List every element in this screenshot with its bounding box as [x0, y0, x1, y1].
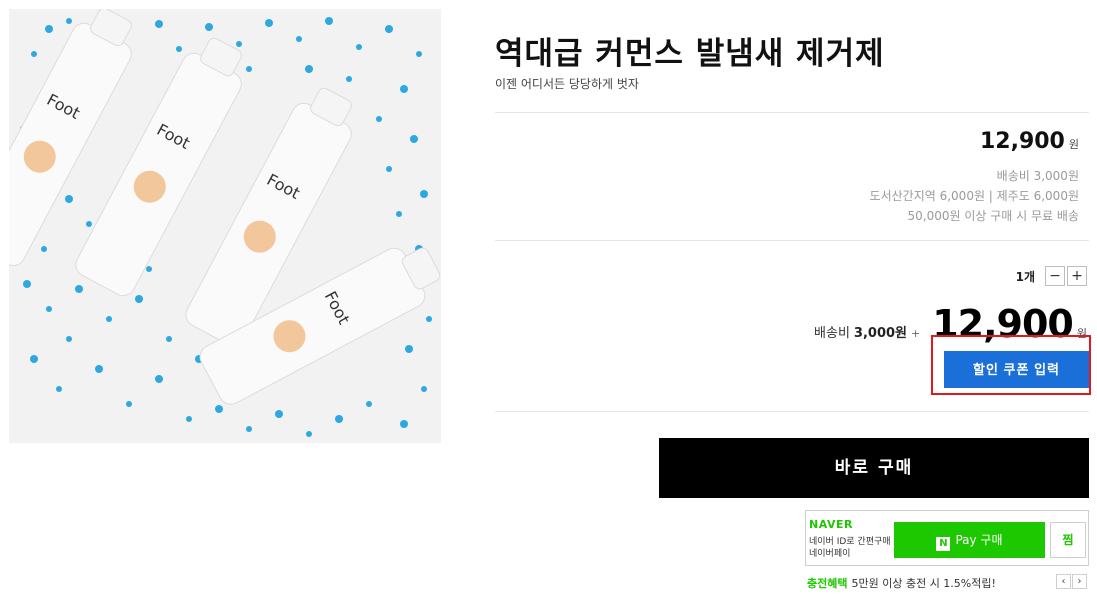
naver-subtext: 네이버페이: [809, 549, 851, 559]
quantity-decrease-button[interactable]: −: [1045, 266, 1065, 286]
naver-benefit-row: 충전혜택 5만원 이상 충전 시 1.5%적립! ‹ ›: [807, 574, 1089, 591]
benefit-nav: ‹ ›: [1056, 574, 1087, 589]
product-photo-illustration: Foot Foot Foot Foot: [9, 9, 441, 443]
naver-pay-button[interactable]: N Pay 구매: [894, 522, 1045, 558]
buy-now-button[interactable]: 바로 구매: [659, 438, 1089, 498]
naver-pay-label: Pay 구매: [955, 533, 1003, 547]
naver-pay-box: NAVER 네이버 ID로 간편구매 네이버페이 N Pay 구매 찜: [805, 510, 1089, 566]
price-currency: 원: [1068, 138, 1079, 151]
divider: [495, 240, 1089, 241]
next-icon[interactable]: ›: [1072, 574, 1087, 589]
divider: [495, 112, 1089, 113]
quantity-stepper: 1개 − +: [1016, 266, 1087, 286]
product-image: Foot Foot Foot Foot: [9, 9, 441, 443]
shipping-fee-text: 배송비 3,000원: [996, 169, 1079, 183]
product-title: 역대급 커먼스 발냄새 제거제: [495, 36, 885, 72]
total-shipping-value: 3,000원: [853, 326, 908, 341]
quantity-count: 1개: [1015, 269, 1035, 284]
divider: [495, 411, 1089, 412]
plus-sign: +: [911, 327, 921, 340]
prev-icon[interactable]: ‹: [1056, 574, 1071, 589]
quantity-increase-button[interactable]: +: [1067, 266, 1087, 286]
coupon-input-button[interactable]: 할인 쿠폰 입력: [944, 351, 1089, 388]
naver-n-icon: N: [936, 537, 951, 551]
product-info-panel: 역대급 커먼스 발냄새 제거제 이젠 어디서든 당당하게 벗자 12,900 원 …: [495, 0, 1091, 610]
price-row: 12,900 원: [980, 129, 1079, 154]
shipping-remote-text: 도서산간지역 6,000원 | 제주도 6,000원: [869, 189, 1079, 203]
naver-logo: NAVER: [809, 518, 853, 531]
shipping-free-text: 50,000원 이상 구매 시 무료 배송: [907, 209, 1079, 223]
product-subtitle: 이젠 어디서든 당당하게 벗자: [495, 77, 639, 91]
benefit-text: 5만원 이상 충전 시 1.5%적립!: [851, 577, 996, 590]
benefit-label: 충전혜택: [807, 577, 848, 590]
product-price: 12,900: [979, 129, 1065, 154]
total-shipping-label: 배송비: [814, 326, 850, 341]
wishlist-button[interactable]: 찜: [1050, 522, 1086, 558]
